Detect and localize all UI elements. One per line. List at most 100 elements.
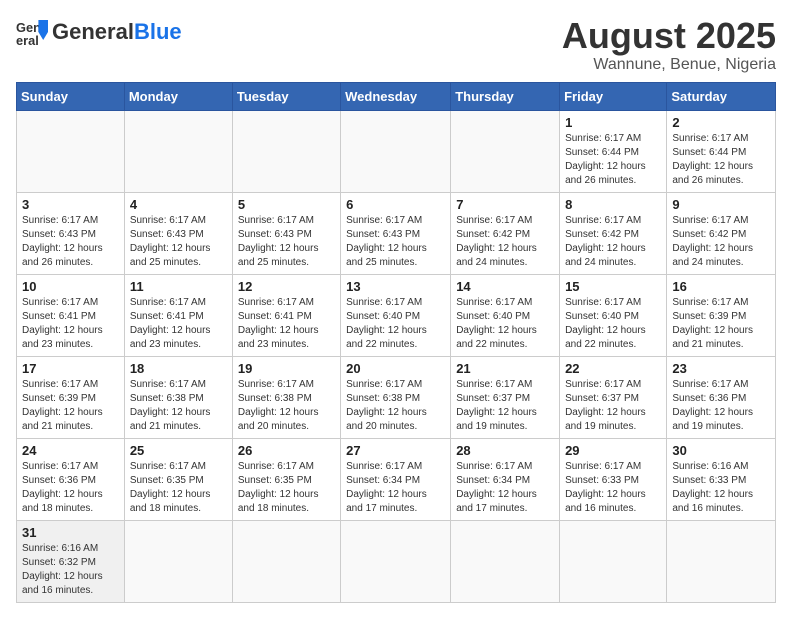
day-info: Sunrise: 6:17 AM Sunset: 6:44 PM Dayligh…	[672, 132, 770, 188]
day-info: Sunrise: 6:17 AM Sunset: 6:41 PM Dayligh…	[130, 296, 227, 352]
day-cell: 16 Sunrise: 6:17 AM Sunset: 6:39 PM Dayli…	[667, 274, 776, 356]
day-cell	[451, 520, 560, 602]
weekday-header-sunday: Sunday	[17, 82, 125, 110]
day-number: 7	[456, 197, 554, 212]
day-cell: 29 Sunrise: 6:17 AM Sunset: 6:33 PM Dayli…	[560, 438, 667, 520]
day-info: Sunrise: 6:17 AM Sunset: 6:43 PM Dayligh…	[238, 214, 335, 270]
logo-blue: Blue	[134, 19, 182, 44]
day-info: Sunrise: 6:16 AM Sunset: 6:32 PM Dayligh…	[22, 542, 119, 598]
day-info: Sunrise: 6:17 AM Sunset: 6:44 PM Dayligh…	[565, 132, 661, 188]
day-cell: 5 Sunrise: 6:17 AM Sunset: 6:43 PM Daylig…	[232, 192, 340, 274]
day-info: Sunrise: 6:17 AM Sunset: 6:38 PM Dayligh…	[130, 378, 227, 434]
day-cell: 27Sunrise: 6:17 AM Sunset: 6:34 PM Dayli…	[341, 438, 451, 520]
day-cell: 31Sunrise: 6:16 AM Sunset: 6:32 PM Dayli…	[17, 520, 125, 602]
week-row-5: 31Sunrise: 6:16 AM Sunset: 6:32 PM Dayli…	[17, 520, 776, 602]
weekday-header-wednesday: Wednesday	[341, 82, 451, 110]
day-info: Sunrise: 6:17 AM Sunset: 6:43 PM Dayligh…	[22, 214, 119, 270]
day-cell: 21Sunrise: 6:17 AM Sunset: 6:37 PM Dayli…	[451, 356, 560, 438]
day-number: 3	[22, 197, 119, 212]
day-cell: 30 Sunrise: 6:16 AM Sunset: 6:33 PM Dayli…	[667, 438, 776, 520]
day-cell	[341, 110, 451, 192]
weekday-header-tuesday: Tuesday	[232, 82, 340, 110]
day-number: 4	[130, 197, 227, 212]
day-number: 30	[672, 443, 770, 458]
day-cell: 26Sunrise: 6:17 AM Sunset: 6:35 PM Dayli…	[232, 438, 340, 520]
day-number: 24	[22, 443, 119, 458]
day-cell: 1 Sunrise: 6:17 AM Sunset: 6:44 PM Daylig…	[560, 110, 667, 192]
day-cell: 2 Sunrise: 6:17 AM Sunset: 6:44 PM Daylig…	[667, 110, 776, 192]
day-info: Sunrise: 6:17 AM Sunset: 6:38 PM Dayligh…	[238, 378, 335, 434]
day-cell	[232, 520, 340, 602]
day-cell: 25Sunrise: 6:17 AM Sunset: 6:35 PM Dayli…	[124, 438, 232, 520]
day-cell: 6Sunrise: 6:17 AM Sunset: 6:43 PM Daylig…	[341, 192, 451, 274]
day-cell: 22Sunrise: 6:17 AM Sunset: 6:37 PM Dayli…	[560, 356, 667, 438]
day-info: Sunrise: 6:17 AM Sunset: 6:35 PM Dayligh…	[238, 460, 335, 516]
day-info: Sunrise: 6:17 AM Sunset: 6:40 PM Dayligh…	[565, 296, 661, 352]
day-cell	[124, 110, 232, 192]
day-info: Sunrise: 6:17 AM Sunset: 6:39 PM Dayligh…	[22, 378, 119, 434]
day-info: Sunrise: 6:17 AM Sunset: 6:39 PM Dayligh…	[672, 296, 770, 352]
week-row-1: 3 Sunrise: 6:17 AM Sunset: 6:43 PM Daylig…	[17, 192, 776, 274]
logo-icon: Gen eral	[16, 16, 48, 48]
day-cell: 3 Sunrise: 6:17 AM Sunset: 6:43 PM Daylig…	[17, 192, 125, 274]
day-cell	[451, 110, 560, 192]
day-cell: 7 Sunrise: 6:17 AM Sunset: 6:42 PM Daylig…	[451, 192, 560, 274]
day-cell: 13 Sunrise: 6:17 AM Sunset: 6:40 PM Dayli…	[341, 274, 451, 356]
day-number: 15	[565, 279, 661, 294]
calendar-table: SundayMondayTuesdayWednesdayThursdayFrid…	[16, 82, 776, 603]
day-number: 28	[456, 443, 554, 458]
day-number: 12	[238, 279, 335, 294]
day-number: 9	[672, 197, 770, 212]
day-cell: 12 Sunrise: 6:17 AM Sunset: 6:41 PM Dayli…	[232, 274, 340, 356]
day-number: 17	[22, 361, 119, 376]
day-info: Sunrise: 6:16 AM Sunset: 6:33 PM Dayligh…	[672, 460, 770, 516]
day-info: Sunrise: 6:17 AM Sunset: 6:34 PM Dayligh…	[456, 460, 554, 516]
day-number: 10	[22, 279, 119, 294]
day-cell: 20 Sunrise: 6:17 AM Sunset: 6:38 PM Dayli…	[341, 356, 451, 438]
logo: Gen eral GeneralBlue	[16, 16, 182, 48]
day-info: Sunrise: 6:17 AM Sunset: 6:41 PM Dayligh…	[238, 296, 335, 352]
logo-text: GeneralBlue	[52, 21, 182, 43]
weekday-header-thursday: Thursday	[451, 82, 560, 110]
weekday-header-row: SundayMondayTuesdayWednesdayThursdayFrid…	[17, 82, 776, 110]
day-cell: 15 Sunrise: 6:17 AM Sunset: 6:40 PM Dayli…	[560, 274, 667, 356]
day-info: Sunrise: 6:17 AM Sunset: 6:41 PM Dayligh…	[22, 296, 119, 352]
day-number: 5	[238, 197, 335, 212]
svg-text:eral: eral	[16, 33, 39, 48]
day-info: Sunrise: 6:17 AM Sunset: 6:35 PM Dayligh…	[130, 460, 227, 516]
day-cell: 10 Sunrise: 6:17 AM Sunset: 6:41 PM Dayli…	[17, 274, 125, 356]
day-info: Sunrise: 6:17 AM Sunset: 6:42 PM Dayligh…	[456, 214, 554, 270]
header: Gen eral GeneralBlue August 2025 Wannune…	[16, 16, 776, 74]
day-number: 2	[672, 115, 770, 130]
day-number: 1	[565, 115, 661, 130]
day-number: 29	[565, 443, 661, 458]
day-number: 13	[346, 279, 445, 294]
day-number: 16	[672, 279, 770, 294]
day-info: Sunrise: 6:17 AM Sunset: 6:38 PM Dayligh…	[346, 378, 445, 434]
day-number: 6	[346, 197, 445, 212]
day-cell: 28 Sunrise: 6:17 AM Sunset: 6:34 PM Dayli…	[451, 438, 560, 520]
day-cell	[17, 110, 125, 192]
day-cell: 14Sunrise: 6:17 AM Sunset: 6:40 PM Dayli…	[451, 274, 560, 356]
day-cell: 23Sunrise: 6:17 AM Sunset: 6:36 PM Dayli…	[667, 356, 776, 438]
week-row-4: 24 Sunrise: 6:17 AM Sunset: 6:36 PM Dayli…	[17, 438, 776, 520]
day-cell: 19 Sunrise: 6:17 AM Sunset: 6:38 PM Dayli…	[232, 356, 340, 438]
day-cell	[560, 520, 667, 602]
day-info: Sunrise: 6:17 AM Sunset: 6:36 PM Dayligh…	[672, 378, 770, 434]
week-row-0: 1 Sunrise: 6:17 AM Sunset: 6:44 PM Daylig…	[17, 110, 776, 192]
day-info: Sunrise: 6:17 AM Sunset: 6:36 PM Dayligh…	[22, 460, 119, 516]
day-info: Sunrise: 6:17 AM Sunset: 6:40 PM Dayligh…	[346, 296, 445, 352]
day-cell: 4Sunrise: 6:17 AM Sunset: 6:43 PM Daylig…	[124, 192, 232, 274]
weekday-header-friday: Friday	[560, 82, 667, 110]
day-cell: 24 Sunrise: 6:17 AM Sunset: 6:36 PM Dayli…	[17, 438, 125, 520]
day-number: 18	[130, 361, 227, 376]
day-cell: 17 Sunrise: 6:17 AM Sunset: 6:39 PM Dayli…	[17, 356, 125, 438]
day-cell	[124, 520, 232, 602]
day-number: 19	[238, 361, 335, 376]
title-area: August 2025 Wannune, Benue, Nigeria	[562, 16, 776, 74]
day-info: Sunrise: 6:17 AM Sunset: 6:33 PM Dayligh…	[565, 460, 661, 516]
day-cell: 8Sunrise: 6:17 AM Sunset: 6:42 PM Daylig…	[560, 192, 667, 274]
day-number: 20	[346, 361, 445, 376]
day-number: 8	[565, 197, 661, 212]
day-cell	[232, 110, 340, 192]
